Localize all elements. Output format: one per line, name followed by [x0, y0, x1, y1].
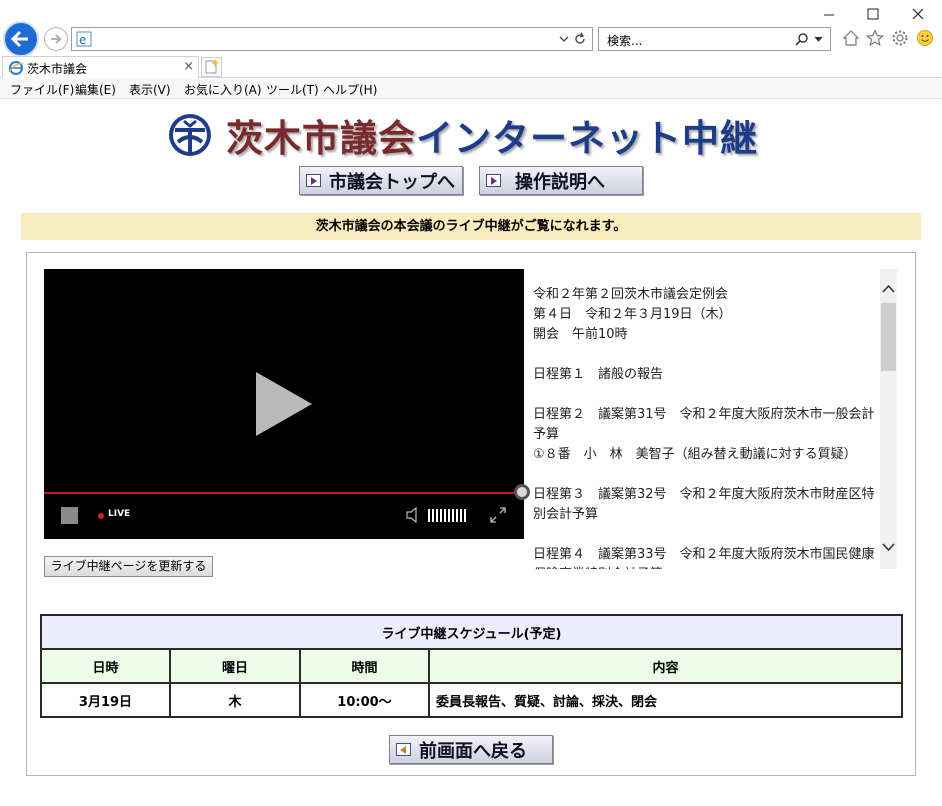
- back-button[interactable]: [3, 21, 39, 57]
- speaker-icon[interactable]: [406, 507, 420, 523]
- back-arrow-icon: [10, 30, 28, 48]
- site-title: 茨木市議会インターネット中継: [226, 108, 758, 160]
- progress-bar[interactable]: [44, 492, 524, 494]
- back-to-previous-button[interactable]: 前画面へ戻る: [389, 735, 553, 764]
- search-box[interactable]: 検索...: [598, 27, 831, 51]
- table-row: 3月19日 木 10:00～ 委員長報告、質疑、討論、採決、閉会: [40, 682, 903, 718]
- tab-strip: 茨木市議会 ×: [0, 56, 942, 78]
- menu-help[interactable]: ヘルプ(H): [323, 81, 377, 98]
- cell-date: 3月19日: [40, 682, 171, 718]
- instructions-button[interactable]: 操作説明へ: [479, 166, 643, 195]
- council-top-button[interactable]: 市議会トップへ: [299, 166, 463, 195]
- menu-view[interactable]: 表示(V): [129, 81, 171, 98]
- schedule-caption: ライブ中継スケジュール(予定): [40, 614, 903, 650]
- instructions-label: 操作説明へ: [515, 171, 605, 193]
- ie-tab-icon: [8, 61, 24, 75]
- minimize-icon[interactable]: [818, 4, 840, 24]
- chevron-down-icon[interactable]: [559, 35, 569, 43]
- feedback-smiley-icon[interactable]: [916, 29, 934, 47]
- progress-knob[interactable]: [514, 484, 530, 500]
- site-title-broadcast: インターネット中継: [416, 117, 758, 160]
- gear-icon[interactable]: [891, 29, 909, 47]
- schedule-table: ライブ中継スケジュール(予定) 日時 曜日 時間 内容 3月19日 木 10:0…: [40, 614, 903, 718]
- ie-page-icon: e: [76, 31, 92, 47]
- chevron-down-icon[interactable]: [880, 539, 897, 555]
- home-icon[interactable]: [842, 29, 860, 47]
- favorites-star-icon[interactable]: [866, 29, 884, 47]
- back-label: 前画面へ戻る: [419, 740, 527, 762]
- live-indicator-dot: [98, 513, 104, 519]
- svg-text:e: e: [79, 33, 86, 47]
- chevron-up-icon[interactable]: [880, 281, 897, 297]
- address-bar[interactable]: e: [71, 27, 593, 51]
- browser-toolbar: e 検索...: [0, 0, 942, 57]
- arrow-right-icon: [486, 174, 501, 187]
- forward-button[interactable]: [44, 27, 68, 51]
- agenda-scrollbar[interactable]: [880, 269, 897, 569]
- arrow-right-icon: [306, 174, 321, 187]
- new-tab-button[interactable]: [201, 57, 222, 77]
- forward-arrow-icon: [51, 34, 62, 44]
- search-placeholder: 検索...: [607, 34, 643, 48]
- new-tab-icon: [205, 59, 219, 74]
- notice-banner: 茨木市議会の本会議のライブ中継がご覧になれます。: [21, 213, 921, 240]
- refresh-live-page-button[interactable]: ライブ中継ページを更新する: [44, 556, 213, 577]
- menu-edit[interactable]: 編集(E): [75, 81, 116, 98]
- header-time: 時間: [299, 648, 430, 684]
- close-window-icon[interactable]: [907, 4, 929, 24]
- cell-time: 10:00～: [299, 682, 430, 718]
- video-player[interactable]: LIVE: [44, 269, 530, 539]
- maximize-icon[interactable]: [862, 4, 884, 24]
- header-weekday: 曜日: [169, 648, 301, 684]
- agenda-text: 令和２年第２回茨木市議会定例会 第４日 令和２年３月19日（木） 開会 午前10…: [533, 287, 875, 569]
- cell-weekday: 木: [169, 682, 301, 718]
- arrow-left-icon: [396, 743, 411, 756]
- site-title-council: 茨木市議会: [226, 117, 416, 160]
- play-icon[interactable]: [256, 372, 312, 436]
- scroll-thumb[interactable]: [881, 303, 896, 371]
- menu-tools[interactable]: ツール(T): [266, 81, 319, 98]
- refresh-icon[interactable]: [573, 32, 587, 46]
- menu-file[interactable]: ファイル(F): [10, 81, 74, 98]
- agenda-panel[interactable]: 令和２年第２回茨木市議会定例会 第４日 令和２年３月19日（木） 開会 午前10…: [533, 269, 897, 569]
- council-top-label: 市議会トップへ: [329, 171, 455, 193]
- volume-slider[interactable]: [428, 509, 466, 522]
- menu-bar: ファイル(F) 編集(E) 表示(V) お気に入り(A) ツール(T) ヘルプ(…: [0, 79, 942, 99]
- menu-favorites[interactable]: お気に入り(A): [184, 81, 262, 98]
- tab-active[interactable]: 茨木市議会 ×: [2, 56, 199, 78]
- cell-content: 委員長報告、質疑、討論、採決、閉会: [428, 682, 903, 718]
- live-label: LIVE: [108, 509, 131, 519]
- city-emblem-logo: [169, 114, 211, 156]
- search-dropdown-icon[interactable]: [814, 36, 823, 43]
- header-content: 内容: [428, 648, 903, 684]
- tab-title: 茨木市議会: [27, 62, 88, 76]
- search-icon[interactable]: [794, 32, 809, 47]
- stop-icon[interactable]: [61, 507, 78, 524]
- header-date: 日時: [40, 648, 171, 684]
- tab-close-icon[interactable]: ×: [183, 59, 194, 74]
- fullscreen-icon[interactable]: [490, 507, 506, 523]
